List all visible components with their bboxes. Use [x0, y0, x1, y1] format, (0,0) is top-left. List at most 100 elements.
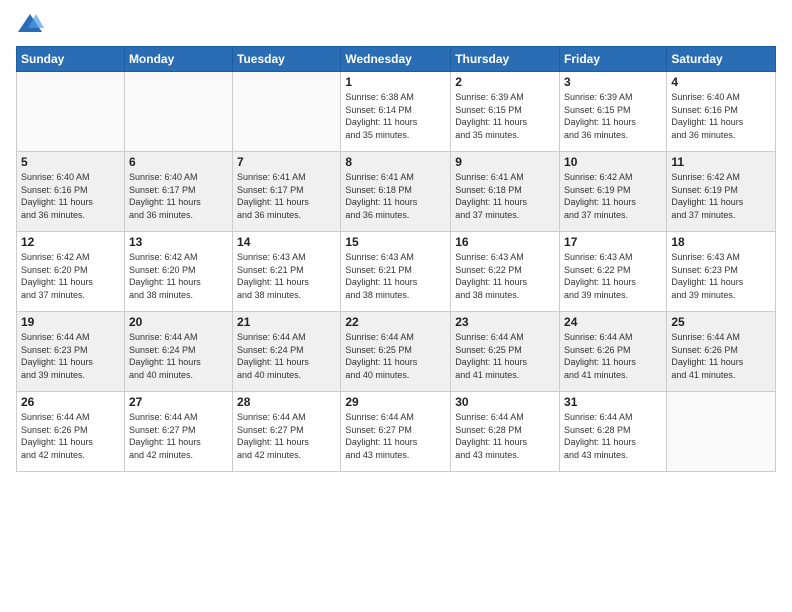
day-number: 27 — [129, 395, 228, 409]
day-info: Sunrise: 6:40 AM Sunset: 6:16 PM Dayligh… — [671, 91, 771, 141]
calendar-cell: 15Sunrise: 6:43 AM Sunset: 6:21 PM Dayli… — [341, 232, 451, 312]
day-info: Sunrise: 6:39 AM Sunset: 6:15 PM Dayligh… — [455, 91, 555, 141]
day-info: Sunrise: 6:41 AM Sunset: 6:17 PM Dayligh… — [237, 171, 336, 221]
day-info: Sunrise: 6:44 AM Sunset: 6:28 PM Dayligh… — [455, 411, 555, 461]
calendar-cell: 24 Sunrise: 6:44 AM Sunset: 6:26 PM Dayli… — [560, 312, 667, 392]
calendar-cell: 12 Sunrise: 6:42 AM Sunset: 6:20 PM Dayli… — [17, 232, 125, 312]
calendar-cell: 7 Sunrise: 6:41 AM Sunset: 6:17 PM Daylig… — [233, 152, 341, 232]
day-number: 25 — [671, 315, 771, 329]
day-info: Sunrise: 6:44 AM Sunset: 6:26 PM Dayligh… — [564, 331, 662, 381]
day-number: 23 — [455, 315, 555, 329]
calendar-cell: 21Sunrise: 6:44 AM Sunset: 6:24 PM Dayli… — [233, 312, 341, 392]
day-info: Sunrise: 6:43 AM Sunset: 6:23 PM Dayligh… — [671, 251, 771, 301]
calendar-cell — [667, 392, 776, 472]
day-info: Sunrise: 6:38 AM Sunset: 6:14 PM Dayligh… — [345, 91, 446, 141]
day-info: Sunrise: 6:40 AM Sunset: 6:17 PM Dayligh… — [129, 171, 228, 221]
day-info: Sunrise: 6:42 AM Sunset: 6:20 PM Dayligh… — [129, 251, 228, 301]
day-number: 7 — [237, 155, 336, 169]
day-number: 15 — [345, 235, 446, 249]
day-number: 18 — [671, 235, 771, 249]
calendar-cell: 17 Sunrise: 6:43 AM Sunset: 6:22 PM Dayli… — [560, 232, 667, 312]
calendar-cell: 26 Sunrise: 6:44 AM Sunset: 6:26 PM Dayli… — [17, 392, 125, 472]
calendar-cell: 10 Sunrise: 6:42 AM Sunset: 6:19 PM Dayli… — [560, 152, 667, 232]
day-info: Sunrise: 6:42 AM Sunset: 6:20 PM Dayligh… — [21, 251, 120, 301]
day-info: Sunrise: 6:44 AM Sunset: 6:25 PM Dayligh… — [455, 331, 555, 381]
logo-icon — [16, 10, 44, 38]
calendar-week-row: 1 Sunrise: 6:38 AM Sunset: 6:14 PM Daylig… — [17, 72, 776, 152]
day-number: 8 — [345, 155, 446, 169]
day-number: 28 — [237, 395, 336, 409]
day-number: 31 — [564, 395, 662, 409]
day-info: Sunrise: 6:42 AM Sunset: 6:19 PM Dayligh… — [671, 171, 771, 221]
calendar-cell: 25 Sunrise: 6:44 AM Sunset: 6:26 PM Dayli… — [667, 312, 776, 392]
calendar-header-tuesday: Tuesday — [233, 47, 341, 72]
calendar-cell: 14Sunrise: 6:43 AM Sunset: 6:21 PM Dayli… — [233, 232, 341, 312]
day-info: Sunrise: 6:44 AM Sunset: 6:24 PM Dayligh… — [129, 331, 228, 381]
calendar-cell: 19 Sunrise: 6:44 AM Sunset: 6:23 PM Dayli… — [17, 312, 125, 392]
day-number: 12 — [21, 235, 120, 249]
calendar-header-thursday: Thursday — [451, 47, 560, 72]
calendar-week-row: 12 Sunrise: 6:42 AM Sunset: 6:20 PM Dayli… — [17, 232, 776, 312]
day-info: Sunrise: 6:44 AM Sunset: 6:26 PM Dayligh… — [671, 331, 771, 381]
day-info: Sunrise: 6:41 AM Sunset: 6:18 PM Dayligh… — [455, 171, 555, 221]
day-info: Sunrise: 6:44 AM Sunset: 6:27 PM Dayligh… — [345, 411, 446, 461]
day-info: Sunrise: 6:44 AM Sunset: 6:23 PM Dayligh… — [21, 331, 120, 381]
day-number: 2 — [455, 75, 555, 89]
calendar-cell: 2 Sunrise: 6:39 AM Sunset: 6:15 PM Daylig… — [451, 72, 560, 152]
day-number: 17 — [564, 235, 662, 249]
calendar-cell: 28 Sunrise: 6:44 AM Sunset: 6:27 PM Dayli… — [233, 392, 341, 472]
calendar-cell: 4 Sunrise: 6:40 AM Sunset: 6:16 PM Daylig… — [667, 72, 776, 152]
calendar-cell: 3Sunrise: 6:39 AM Sunset: 6:15 PM Daylig… — [560, 72, 667, 152]
day-info: Sunrise: 6:43 AM Sunset: 6:22 PM Dayligh… — [455, 251, 555, 301]
calendar-cell: 5 Sunrise: 6:40 AM Sunset: 6:16 PM Daylig… — [17, 152, 125, 232]
calendar-cell — [124, 72, 232, 152]
day-info: Sunrise: 6:43 AM Sunset: 6:22 PM Dayligh… — [564, 251, 662, 301]
calendar: SundayMondayTuesdayWednesdayThursdayFrid… — [16, 46, 776, 472]
day-number: 22 — [345, 315, 446, 329]
day-number: 9 — [455, 155, 555, 169]
calendar-cell: 18 Sunrise: 6:43 AM Sunset: 6:23 PM Dayli… — [667, 232, 776, 312]
day-number: 14 — [237, 235, 336, 249]
day-info: Sunrise: 6:44 AM Sunset: 6:27 PM Dayligh… — [237, 411, 336, 461]
calendar-cell: 11 Sunrise: 6:42 AM Sunset: 6:19 PM Dayli… — [667, 152, 776, 232]
day-number: 13 — [129, 235, 228, 249]
day-info: Sunrise: 6:44 AM Sunset: 6:25 PM Dayligh… — [345, 331, 446, 381]
calendar-cell: 23 Sunrise: 6:44 AM Sunset: 6:25 PM Dayli… — [451, 312, 560, 392]
day-number: 1 — [345, 75, 446, 89]
calendar-header-friday: Friday — [560, 47, 667, 72]
calendar-cell: 13 Sunrise: 6:42 AM Sunset: 6:20 PM Dayli… — [124, 232, 232, 312]
day-info: Sunrise: 6:44 AM Sunset: 6:28 PM Dayligh… — [564, 411, 662, 461]
calendar-cell: 6 Sunrise: 6:40 AM Sunset: 6:17 PM Daylig… — [124, 152, 232, 232]
day-info: Sunrise: 6:42 AM Sunset: 6:19 PM Dayligh… — [564, 171, 662, 221]
calendar-cell: 27 Sunrise: 6:44 AM Sunset: 6:27 PM Dayli… — [124, 392, 232, 472]
day-number: 10 — [564, 155, 662, 169]
day-number: 16 — [455, 235, 555, 249]
calendar-header-row: SundayMondayTuesdayWednesdayThursdayFrid… — [17, 47, 776, 72]
day-info: Sunrise: 6:44 AM Sunset: 6:27 PM Dayligh… — [129, 411, 228, 461]
day-info: Sunrise: 6:44 AM Sunset: 6:24 PM Dayligh… — [237, 331, 336, 381]
page: SundayMondayTuesdayWednesdayThursdayFrid… — [0, 0, 792, 612]
day-info: Sunrise: 6:40 AM Sunset: 6:16 PM Dayligh… — [21, 171, 120, 221]
day-number: 6 — [129, 155, 228, 169]
day-number: 26 — [21, 395, 120, 409]
calendar-cell: 8Sunrise: 6:41 AM Sunset: 6:18 PM Daylig… — [341, 152, 451, 232]
calendar-cell: 22 Sunrise: 6:44 AM Sunset: 6:25 PM Dayli… — [341, 312, 451, 392]
day-number: 19 — [21, 315, 120, 329]
calendar-header-wednesday: Wednesday — [341, 47, 451, 72]
day-number: 20 — [129, 315, 228, 329]
day-info: Sunrise: 6:44 AM Sunset: 6:26 PM Dayligh… — [21, 411, 120, 461]
calendar-week-row: 19 Sunrise: 6:44 AM Sunset: 6:23 PM Dayli… — [17, 312, 776, 392]
day-info: Sunrise: 6:39 AM Sunset: 6:15 PM Dayligh… — [564, 91, 662, 141]
day-number: 11 — [671, 155, 771, 169]
calendar-cell: 29Sunrise: 6:44 AM Sunset: 6:27 PM Dayli… — [341, 392, 451, 472]
day-number: 5 — [21, 155, 120, 169]
day-number: 4 — [671, 75, 771, 89]
calendar-week-row: 5 Sunrise: 6:40 AM Sunset: 6:16 PM Daylig… — [17, 152, 776, 232]
calendar-cell — [233, 72, 341, 152]
calendar-cell: 31 Sunrise: 6:44 AM Sunset: 6:28 PM Dayli… — [560, 392, 667, 472]
calendar-header-sunday: Sunday — [17, 47, 125, 72]
calendar-header-saturday: Saturday — [667, 47, 776, 72]
calendar-cell — [17, 72, 125, 152]
day-number: 24 — [564, 315, 662, 329]
header — [16, 10, 776, 38]
